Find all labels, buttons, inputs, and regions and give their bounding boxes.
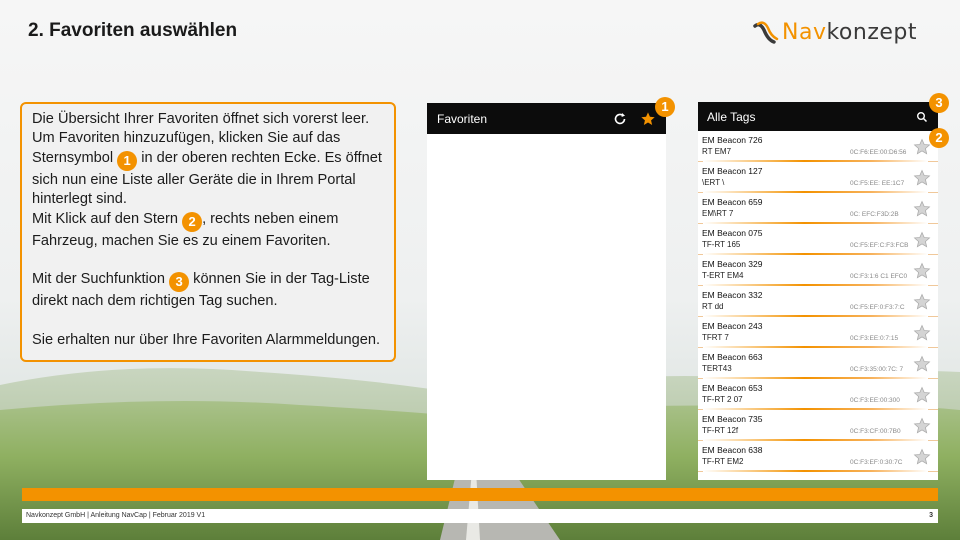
favorites-screen: Favoriten: [427, 103, 666, 480]
footer-accent-bar: [22, 488, 938, 501]
instruction-textbox: Die Übersicht Ihrer Favoriten öffnet sic…: [20, 102, 396, 362]
callout-2: 2: [929, 128, 949, 148]
star-outline-icon[interactable]: [913, 417, 931, 435]
tag-row-accent-line: [703, 470, 928, 472]
logo-text-nav: Nav: [782, 20, 827, 45]
star-outline-icon[interactable]: [913, 169, 931, 187]
tag-name: EM Beacon 638: [702, 445, 763, 455]
tag-subtitle: T-ERT EM4: [702, 271, 744, 280]
p3-text-a: Mit der Suchfunktion: [32, 271, 170, 288]
star-outline-icon[interactable]: [913, 200, 931, 218]
tag-name: EM Beacon 726: [702, 135, 763, 145]
tag-name: EM Beacon 332: [702, 290, 763, 300]
logo-text-konzept: konzept: [826, 20, 918, 45]
refresh-icon[interactable]: [606, 105, 634, 133]
tag-subtitle: RT dd: [702, 302, 724, 311]
tag-name: EM Beacon 659: [702, 197, 763, 207]
tag-subtitle: TFRT 7: [702, 333, 729, 342]
paragraph-3: Mit der Suchfunktion 3 können Sie in der…: [32, 270, 384, 311]
tag-name: EM Beacon 127: [702, 166, 763, 176]
callout-3: 3: [929, 93, 949, 113]
logo-swoosh-icon: [753, 21, 779, 44]
tag-subtitle: RT EM7: [702, 147, 732, 156]
tag-subtitle: TERT43: [702, 364, 732, 373]
callout-1: 1: [655, 97, 675, 117]
tag-mac-address: 0C:F3:EE:0:7:15: [850, 335, 899, 342]
inline-badge-1: 1: [117, 150, 138, 171]
star-outline-icon[interactable]: [913, 386, 931, 404]
paragraph-2: Mit Klick auf den Stern 2, rechts neben …: [32, 210, 384, 251]
tag-subtitle: TF-RT 12f: [702, 426, 739, 435]
tag-mac-address: 0C: EFC:F3D:2B: [850, 211, 899, 218]
star-outline-icon[interactable]: [913, 448, 931, 466]
tag-subtitle: EM\RT 7: [702, 209, 734, 218]
tag-mac-address: 0C:F5:EF:0:F3:7:C: [850, 304, 905, 311]
favorites-appbar: Favoriten: [427, 103, 666, 134]
tag-row[interactable]: EM Beacon 329 T-ERT EM4 0C:F3:1:6 C1 EFC0: [698, 255, 938, 286]
tag-row[interactable]: EM Beacon 663 TERT43 0C:F3:35:00:7C: 7: [698, 348, 938, 379]
star-outline-icon[interactable]: [913, 293, 931, 311]
tag-subtitle: TF-RT EM2: [702, 457, 744, 466]
p2-text-a: Mit Klick auf den Stern: [32, 210, 183, 227]
favorites-title: Favoriten: [437, 111, 488, 126]
tag-name: EM Beacon 663: [702, 352, 763, 362]
tag-subtitle: \ERT \: [702, 178, 725, 187]
inline-badge-2: 2: [182, 211, 203, 232]
tag-row[interactable]: EM Beacon 653 TF-RT 2 07 0C:F3:EE:00:300: [698, 379, 938, 410]
tag-row[interactable]: EM Beacon 659 EM\RT 7 0C: EFC:F3D:2B: [698, 193, 938, 224]
tag-mac-address: 0C:F5:EF:C:F3:FCB: [850, 242, 909, 249]
paragraph-4: Sie erhalten nur über Ihre Favoriten Ala…: [32, 332, 381, 349]
paragraph-1: Die Übersicht Ihrer Favoriten öffnet sic…: [32, 110, 384, 210]
slide-title: 2. Favoriten auswählen: [28, 20, 238, 41]
star-outline-icon[interactable]: [913, 355, 931, 373]
tag-row[interactable]: EM Beacon 332 RT dd 0C:F5:EF:0:F3:7:C: [698, 286, 938, 317]
tag-name: EM Beacon 329: [702, 259, 763, 269]
star-outline-icon[interactable]: [913, 231, 931, 249]
tag-name: EM Beacon 243: [702, 321, 763, 331]
all-tags-title: Alle Tags: [707, 109, 756, 124]
footer-text: Navkonzept GmbH | Anleitung NavCap | Feb…: [26, 512, 206, 519]
star-outline-icon[interactable]: [913, 138, 931, 156]
tag-row[interactable]: EM Beacon 735 TF-RT 12f 0C:F3:CF:00:7B0: [698, 410, 938, 441]
tag-name: EM Beacon 075: [702, 228, 763, 238]
favorites-empty-list: [427, 134, 666, 480]
tag-mac-address: 0C:F3:CF:00:7B0: [850, 428, 901, 435]
page-number: 3: [929, 512, 933, 519]
tag-row[interactable]: EM Beacon 243 TFRT 7 0C:F3:EE:0:7:15: [698, 317, 938, 348]
tag-row[interactable]: EM Beacon 638 TF-RT EM2 0C:F3:EF:0:30:7C: [698, 441, 938, 472]
tag-name: EM Beacon 653: [702, 383, 763, 393]
tag-mac-address: 0C:F3:EE:00:300: [850, 397, 900, 404]
tag-mac-address: 0C:F6:EE:00:D6:56: [850, 149, 907, 156]
tag-row[interactable]: EM Beacon 726 RT EM7 0C:F6:EE:00:D6:56: [698, 131, 938, 162]
tag-mac-address: 0C:F3:EF:0:30:7C: [850, 459, 903, 466]
tag-mac-address: 0C:F3:35:00:7C: 7: [850, 366, 904, 373]
all-tags-screen: Alle Tags EM Beacon 726 RT EM7 0C:F6:EE:00…: [698, 102, 938, 480]
logo-text: Navkonzept: [782, 20, 917, 46]
inline-badge-3: 3: [169, 272, 190, 293]
footer: Navkonzept GmbH | Anleitung NavCap | Feb…: [22, 509, 938, 523]
tag-list: EM Beacon 726 RT EM7 0C:F6:EE:00:D6:56 EM B…: [698, 131, 938, 472]
tag-subtitle: TF-RT 2 07: [702, 395, 743, 404]
tag-name: EM Beacon 735: [702, 414, 763, 424]
all-tags-appbar: Alle Tags: [698, 102, 938, 131]
tag-row[interactable]: EM Beacon 075 TF-RT 165 0C:F5:EF:C:F3:FCB: [698, 224, 938, 255]
star-outline-icon[interactable]: [913, 262, 931, 280]
tag-row[interactable]: EM Beacon 127 \ERT \ 0C:F5:EE: EE:1C7: [698, 162, 938, 193]
tag-mac-address: 0C:F3:1:6 C1 EFC0: [850, 273, 908, 280]
navkonzept-logo: Navkonzept: [752, 20, 942, 48]
tag-mac-address: 0C:F5:EE: EE:1C7: [850, 180, 905, 187]
star-outline-icon[interactable]: [913, 324, 931, 342]
tag-subtitle: TF-RT 165: [702, 240, 741, 249]
